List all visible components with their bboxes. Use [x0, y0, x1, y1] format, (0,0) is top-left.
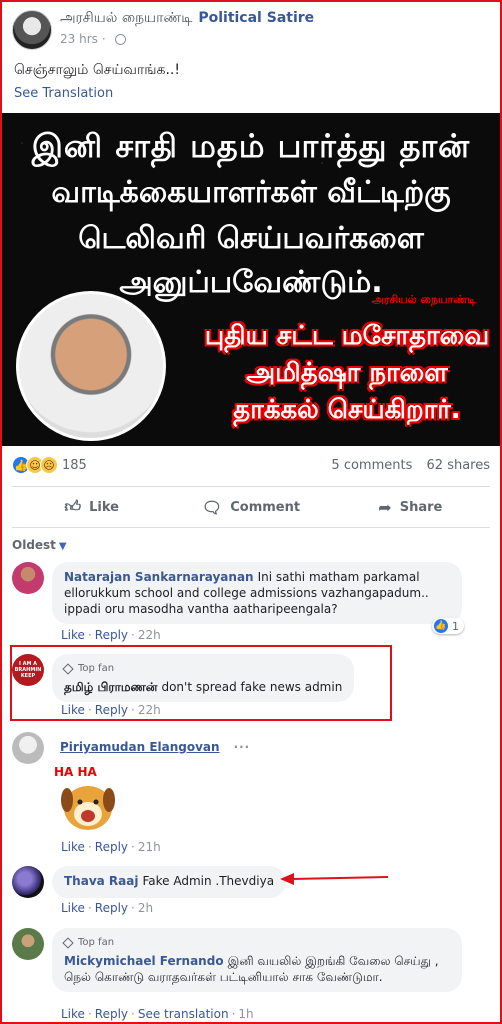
reactions-summary[interactable]: 👍 ☺ ☹ 185 — [12, 456, 87, 474]
image-text-line-3: டெலிவரி செய்பவர்களை — [78, 221, 424, 256]
comment-bubble: Top fan Mickymichael Fernando இனி வயலில் … — [52, 928, 462, 992]
page-name-tamil[interactable]: அரசியல் நையாண்டி — [60, 10, 192, 26]
comment-see-translation-link[interactable]: See translation — [138, 1007, 229, 1021]
post-text: செஞ்சாலும் செய்வாங்க..! — [14, 62, 180, 78]
diamond-icon — [62, 937, 74, 949]
commenter-name[interactable]: Natarajan Sankarnarayanan — [64, 570, 254, 584]
image-red-text-1: புதிய சட்ட மசோதாவை — [204, 321, 490, 351]
share-arrow-icon: ➦ — [378, 497, 392, 517]
comment-reply-link[interactable]: Reply — [95, 628, 128, 642]
image-red-text-2: அமித்ஷா நாளை — [246, 358, 448, 388]
image-text-line-2: வாடிக்கையாளர்கள் வீட்டிற்கு — [51, 175, 451, 210]
comment-like-link[interactable]: Like — [61, 703, 85, 717]
comment-actions: Like · Reply · 2h — [61, 901, 154, 915]
globe-icon — [114, 33, 126, 45]
avatar[interactable] — [12, 562, 44, 594]
comment-time[interactable]: 1h — [238, 1007, 253, 1021]
page-name-english[interactable]: Political Satire — [198, 10, 314, 26]
avatar-text: I AM A BRAHMIN KEEP — [14, 661, 42, 679]
top-fan-label: Top fan — [78, 663, 115, 674]
image-red-text-3: தாக்கல் செய்கிறார். — [233, 395, 461, 425]
commenter-name[interactable]: Mickymichael Fernando — [64, 954, 224, 968]
comment-reply-link[interactable]: Reply — [95, 703, 128, 717]
sad-icon: ☹ — [40, 456, 58, 474]
like-button-label: Like — [89, 499, 119, 515]
post-time[interactable]: 23 hrs — [60, 32, 98, 46]
commenter-name[interactable]: Piriyamudan Elangovan — [60, 740, 220, 754]
avatar[interactable]: I AM A BRAHMIN KEEP — [12, 654, 44, 686]
comment-4: Thava Raaj Fake Admin .Thevdiya — [12, 866, 287, 898]
top-fan-badge: Top fan — [62, 935, 450, 951]
meta-separator: · — [101, 32, 106, 46]
comment-text: Fake Admin .Thevdiya — [142, 874, 275, 888]
comment-time[interactable]: 22h — [138, 628, 161, 642]
more-options-icon[interactable]: ··· — [234, 740, 251, 754]
comment-bubble: Natarajan Sankarnarayanan Ini sathi matha… — [52, 562, 462, 624]
annotation-arrow-icon — [280, 873, 389, 885]
comment-text: don't spread fake news admin — [161, 680, 343, 694]
thumbs-up-icon: 👍︎ — [64, 497, 82, 516]
comment-button-label: Comment — [230, 499, 301, 515]
comment-reply-link[interactable]: Reply — [95, 901, 128, 915]
share-button-label: Share — [399, 499, 443, 515]
sticker-text: HA HA — [54, 765, 98, 779]
comment-bubble: Thava Raaj Fake Admin .Thevdiya — [52, 866, 287, 898]
post-meta: 23 hrs · — [60, 32, 314, 46]
comment-like-link[interactable]: Like — [61, 901, 85, 915]
comment-bubble: Top fan தமிழ் பிராமணன் don't spread fake … — [52, 654, 355, 702]
reaction-count[interactable]: 185 — [62, 458, 87, 473]
share-button[interactable]: ➦ Share — [331, 487, 490, 527]
see-translation-link[interactable]: See Translation — [14, 86, 113, 101]
image-text-line-1: இனி சாதி மதம் பார்த்து தான் — [31, 127, 471, 165]
post-header: அரசியல் நையாண்டி Political Satire 23 hrs … — [12, 10, 314, 54]
image-credit: அரசியல் நையாண்டி — [371, 293, 476, 306]
comment-3: Piriyamudan Elangovan ··· — [12, 732, 250, 764]
page-avatar[interactable] — [12, 10, 52, 50]
comment-reply-link[interactable]: Reply — [95, 840, 128, 854]
comment-time[interactable]: 22h — [138, 703, 161, 717]
avatar[interactable] — [12, 866, 44, 898]
sort-label: Oldest — [12, 538, 56, 552]
top-fan-label: Top fan — [78, 937, 115, 948]
post-stats: 👍 ☺ ☹ 185 5 comments 62 shares — [12, 456, 490, 474]
action-bar: 👍︎ Like 🗨︎ Comment ➦ Share — [12, 486, 490, 528]
comment-like-count[interactable]: 👍 1 — [432, 618, 464, 634]
comment-5: Top fan Mickymichael Fernando இனி வயலில் … — [12, 928, 462, 992]
top-fan-badge: Top fan — [62, 661, 342, 677]
comment-actions: Like · Reply · 22h — [61, 703, 161, 717]
comments-count[interactable]: 5 comments — [331, 458, 412, 473]
comment-actions: Like · Reply · 22h — [61, 628, 161, 642]
commenter-name[interactable]: Thava Raaj — [64, 874, 138, 888]
comment-sort-dropdown[interactable]: Oldest ▼ — [12, 538, 67, 552]
avatar[interactable] — [12, 928, 44, 960]
commenter-name[interactable]: தமிழ் பிராமணன் — [64, 680, 157, 694]
comment-time[interactable]: 2h — [138, 901, 153, 915]
shares-count[interactable]: 62 shares — [427, 458, 490, 473]
like-button[interactable]: 👍︎ Like — [12, 487, 171, 527]
comment-button[interactable]: 🗨︎ Comment — [171, 487, 330, 527]
comment-1: Natarajan Sankarnarayanan Ini sathi matha… — [12, 562, 462, 624]
like-icon: 👍 — [434, 619, 448, 633]
comment-2: I AM A BRAHMIN KEEP Top fan தமிழ் பிராமண… — [12, 654, 355, 702]
portrait-photo — [16, 291, 166, 441]
post-image[interactable]: இனி சாதி மதம் பார்த்து தான் வாடிக்கையாளர… — [2, 113, 500, 446]
page-name[interactable]: அரசியல் நையாண்டி Political Satire — [60, 10, 314, 28]
comment-time[interactable]: 21h — [138, 840, 161, 854]
comment-like-link[interactable]: Like — [61, 628, 85, 642]
caret-down-icon: ▼ — [58, 541, 67, 552]
speech-bubble-icon: 🗨︎ — [201, 497, 223, 517]
comment-like-link[interactable]: Like — [61, 1007, 85, 1021]
comment-actions: Like · Reply · See translation · 1h — [61, 1007, 254, 1021]
avatar[interactable] — [12, 732, 44, 764]
comment-likes-number: 1 — [452, 619, 459, 633]
comment-reply-link[interactable]: Reply — [95, 1007, 128, 1021]
diamond-icon — [62, 663, 74, 675]
comment-actions: Like · Reply · 21h — [61, 840, 161, 854]
comment-like-link[interactable]: Like — [61, 840, 85, 854]
haha-sticker: HA HA — [54, 765, 115, 830]
